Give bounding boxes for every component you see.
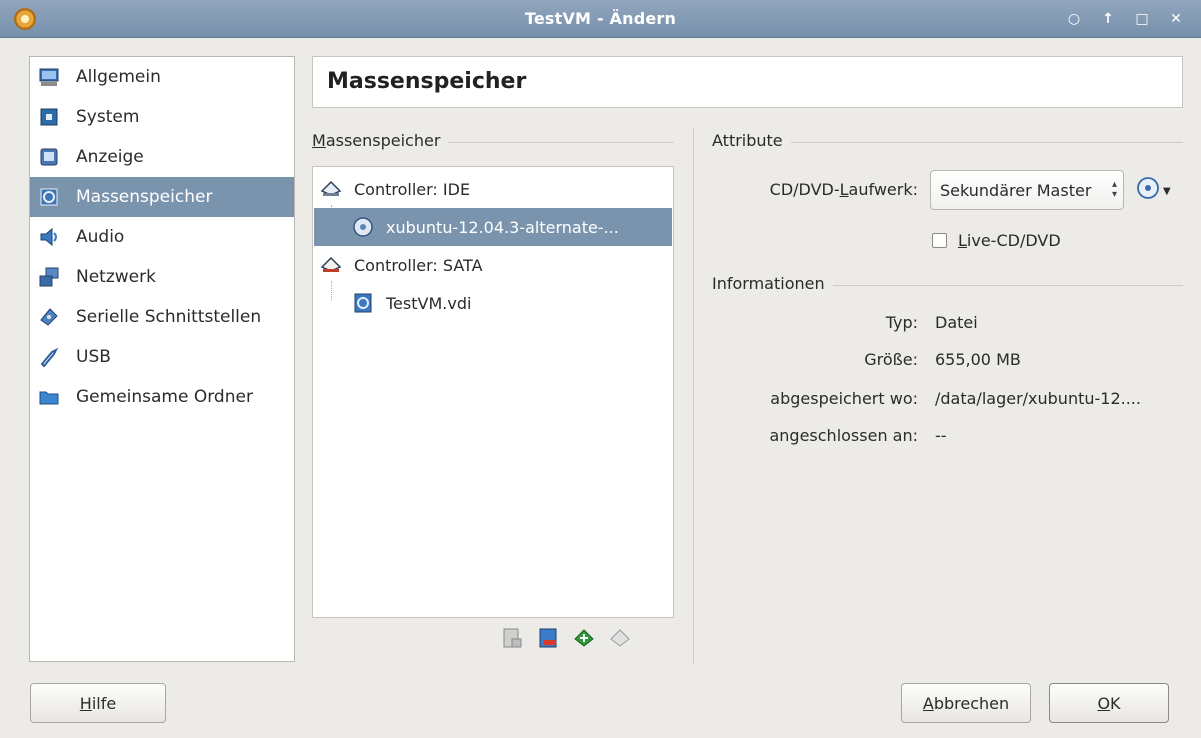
sidebar-item-label: System <box>76 107 140 127</box>
speaker-icon <box>38 226 60 248</box>
sidebar-item-system[interactable]: System <box>30 97 294 137</box>
storage-icon <box>38 186 60 208</box>
sidebar-item-audio[interactable]: Audio <box>30 217 294 257</box>
information-group-label: Informationen <box>712 274 833 293</box>
button-label: ilfe <box>91 693 117 713</box>
sidebar-item-label: Anzeige <box>76 147 144 167</box>
info-value-attached: -- <box>935 426 947 445</box>
window-title: TestVM - Ändern <box>524 9 677 28</box>
page-title: Massenspeicher <box>327 69 527 94</box>
usb-icon <box>38 346 60 368</box>
sidebar-item-label: Gemeinsame Ordner <box>76 387 253 407</box>
ok-button[interactable]: OK <box>1049 683 1169 723</box>
tree-item-label: TestVM.vdi <box>386 293 472 313</box>
sidebar-item-usb[interactable]: USB <box>30 337 294 377</box>
info-label-typ: Typ: <box>885 313 918 332</box>
label-text: CD/DVD- <box>769 180 840 199</box>
spin-arrows-icon: ▴ ▾ <box>1111 179 1117 200</box>
settings-dialog: TestVM - Ändern ○ ↑ □ ✕ Allgemein System… <box>0 0 1201 738</box>
window-close-button[interactable]: ✕ <box>1161 7 1191 31</box>
label-text: aufwerk: <box>848 180 918 199</box>
info-value-typ: Datei <box>935 313 978 332</box>
page-header: Massenspeicher <box>312 56 1183 108</box>
mnemonic-letter: L <box>839 180 849 199</box>
window-maximize-button[interactable]: □ <box>1127 7 1157 31</box>
add-controller-icon[interactable] <box>572 626 596 650</box>
folder-icon <box>38 386 60 408</box>
choose-disc-button[interactable]: ▼ <box>1136 176 1171 207</box>
monitor-icon <box>38 66 60 88</box>
remove-controller-icon[interactable] <box>608 626 632 650</box>
sidebar-item-netzwerk[interactable]: Netzwerk <box>30 257 294 297</box>
selected-value: Sekundärer Master <box>940 180 1092 200</box>
tree-item-label: xubuntu-12.04.3-alternate-... <box>386 217 619 237</box>
label-text: ive-CD/DVD <box>966 231 1061 250</box>
help-button[interactable]: Hilfe <box>30 683 166 723</box>
info-label-attached: angeschlossen an: <box>769 426 918 445</box>
info-label-location: abgespeichert wo: <box>770 389 918 408</box>
sidebar-item-label: Netzwerk <box>76 267 156 287</box>
button-label: bbrechen <box>933 693 1010 713</box>
sidebar-item-allgemein[interactable]: Allgemein <box>30 57 294 97</box>
settings-category-list[interactable]: Allgemein System Anzeige Massenspeicher … <box>29 56 295 662</box>
tree-item-label: Controller: IDE <box>354 179 471 199</box>
info-value-location: /data/lager/xubuntu-12.... <box>935 389 1141 408</box>
sidebar-item-label: Allgemein <box>76 67 161 87</box>
tree-item-optical-disc[interactable]: xubuntu-12.04.3-alternate-... <box>314 208 672 246</box>
mnemonic-letter: H <box>79 693 92 713</box>
attributes-group-label: Attribute <box>712 131 791 150</box>
sidebar-item-massenspeicher[interactable]: Massenspeicher <box>30 177 294 217</box>
mnemonic-letter: A <box>922 693 934 713</box>
sidebar-item-label: USB <box>76 347 111 367</box>
add-attachment-icon[interactable] <box>536 626 560 650</box>
display-icon <box>38 146 60 168</box>
cd-dvd-drive-select[interactable]: Sekundärer Master ▴ ▾ <box>930 170 1124 210</box>
tree-item-controller-ide[interactable]: Controller: IDE <box>314 170 672 208</box>
mnemonic-letter: M <box>312 131 326 150</box>
panel-divider <box>693 128 694 664</box>
storage-toolbar <box>500 626 632 650</box>
sidebar-item-label: Massenspeicher <box>76 187 213 207</box>
remove-attachment-icon[interactable] <box>500 626 524 650</box>
mnemonic-letter: O <box>1097 693 1111 713</box>
tree-item-label: Controller: SATA <box>354 255 483 275</box>
window-menu-button[interactable]: ○ <box>1059 7 1089 31</box>
sata-controller-icon <box>320 254 342 276</box>
title-bar[interactable]: TestVM - Ändern ○ ↑ □ ✕ <box>0 0 1201 38</box>
drive-label: CD/DVD-Laufwerk: <box>716 180 918 199</box>
chevron-down-icon: ▼ <box>1163 186 1171 197</box>
info-label-groesse: Größe: <box>864 350 918 369</box>
mnemonic-letter: L <box>958 231 967 250</box>
sidebar-item-serielle-schnittstellen[interactable]: Serielle Schnittstellen <box>30 297 294 337</box>
sidebar-item-label: Audio <box>76 227 125 247</box>
chip-icon <box>38 106 60 128</box>
button-label: K <box>1110 693 1121 713</box>
ide-controller-icon <box>320 178 342 200</box>
sidebar-item-gemeinsame-ordner[interactable]: Gemeinsame Ordner <box>30 377 294 417</box>
live-cd-label[interactable]: Live-CD/DVD <box>958 231 1061 250</box>
optical-disc-icon <box>1136 176 1162 207</box>
tree-item-hard-disk[interactable]: TestVM.vdi <box>314 284 672 322</box>
label-text: assenspeicher <box>325 131 441 150</box>
info-value-groesse: 655,00 MB <box>935 350 1021 369</box>
storage-group-label: Massenspeicher <box>312 131 449 150</box>
storage-tree[interactable]: Controller: IDE xubuntu-12.04.3-alternat… <box>312 166 674 618</box>
window-keep-above-button[interactable]: ↑ <box>1093 7 1123 31</box>
live-cd-checkbox[interactable] <box>932 233 947 248</box>
cancel-button[interactable]: Abbrechen <box>901 683 1031 723</box>
sidebar-item-label: Serielle Schnittstellen <box>76 307 262 327</box>
serial-port-icon <box>38 306 60 328</box>
sidebar-item-anzeige[interactable]: Anzeige <box>30 137 294 177</box>
hard-disk-icon <box>352 292 374 314</box>
tree-item-controller-sata[interactable]: Controller: SATA <box>314 246 672 284</box>
network-icon <box>38 266 60 288</box>
optical-disc-icon <box>352 216 374 238</box>
